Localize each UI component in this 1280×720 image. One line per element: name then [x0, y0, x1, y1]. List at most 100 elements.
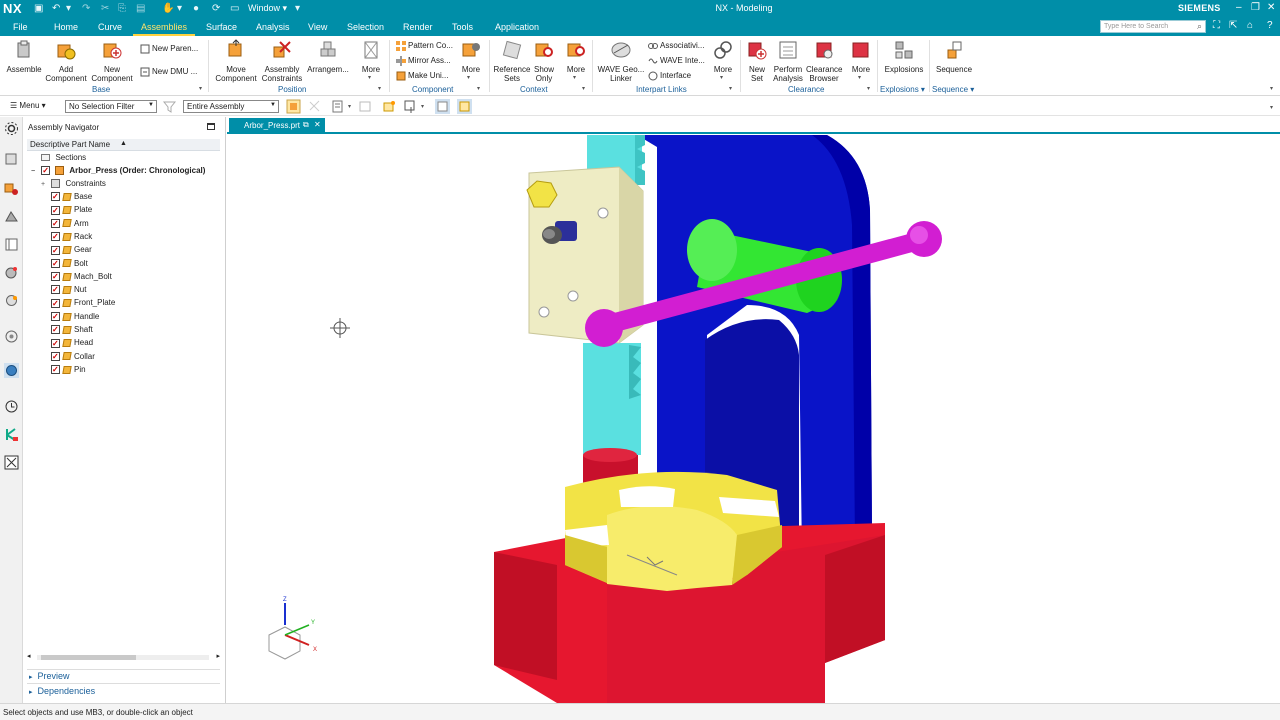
scroll-right-icon[interactable]: ▸: [216, 652, 220, 660]
snap-point-icon[interactable]: [382, 99, 397, 114]
arbor-press-model[interactable]: Z Y X: [227, 135, 1280, 703]
make-unique-button[interactable]: Make Uni...: [396, 71, 448, 81]
visibility-checkbox[interactable]: [51, 363, 60, 376]
associativity-button[interactable]: Associativi...: [648, 41, 704, 51]
sort-ascending-icon[interactable]: ▲: [120, 140, 127, 147]
tree-row-part[interactable]: Collar: [51, 350, 95, 363]
wave-interface-button[interactable]: WAVE Inte...: [648, 56, 705, 66]
tree-row-part[interactable]: Nut: [51, 283, 86, 296]
more-component-dropdown-icon[interactable]: ▾: [467, 74, 470, 81]
minimize-button[interactable]: –: [1236, 2, 1242, 13]
preview-section[interactable]: ▸ Preview: [29, 671, 70, 681]
more-context-dropdown-icon[interactable]: ▾: [573, 74, 576, 81]
close-button[interactable]: ✕: [1267, 2, 1275, 13]
help-icon[interactable]: ⌂: [1247, 20, 1253, 31]
tree-row-part[interactable]: Mach_Bolt: [51, 270, 112, 283]
body-select-icon[interactable]: [307, 99, 322, 114]
tree-row-part[interactable]: Arm: [51, 217, 89, 230]
type-filter-dropdown-icon[interactable]: ▾: [348, 103, 351, 110]
tree-row-sections[interactable]: Sections: [31, 151, 86, 164]
help-question-icon[interactable]: ?: [1267, 20, 1273, 31]
visibility-checkbox[interactable]: [51, 297, 60, 310]
document-tab[interactable]: Arbor_Press.prt ⧉ ✕: [229, 118, 325, 134]
close-tab-icon[interactable]: ✕: [314, 120, 321, 129]
visibility-checkbox[interactable]: [51, 270, 60, 283]
settings-gear-icon[interactable]: [4, 121, 19, 136]
ribbon-options-dropdown-icon[interactable]: ▾: [1270, 85, 1273, 92]
tree-row-part[interactable]: Base: [51, 190, 92, 203]
snap-dropdown-icon[interactable]: ▾: [421, 103, 424, 110]
horizontal-scrollbar[interactable]: ◂ ▸: [27, 652, 220, 662]
tree-row-constraints[interactable]: + Constraints: [41, 177, 106, 190]
visibility-checkbox[interactable]: [41, 164, 51, 177]
tree-row-part[interactable]: Handle: [51, 310, 99, 323]
hd3d-tools-icon[interactable]: [4, 265, 19, 280]
deselect-icon[interactable]: [358, 99, 373, 114]
tab-assemblies[interactable]: Assemblies: [132, 22, 196, 37]
collapse-icon[interactable]: −: [31, 165, 39, 178]
tree-row-part[interactable]: Shaft: [51, 323, 93, 336]
filter-funnel-icon[interactable]: [162, 99, 177, 114]
history-icon[interactable]: [4, 329, 19, 344]
tab-analysis[interactable]: Analysis: [256, 22, 290, 32]
component-dropdown-icon[interactable]: ▾: [477, 85, 480, 92]
new-parent-button[interactable]: New Paren...: [140, 44, 198, 54]
system-scenes-icon[interactable]: [4, 455, 19, 470]
clearance-browser-button[interactable]: Clearance Browser: [806, 39, 842, 83]
selection-scope-select[interactable]: Entire Assembly ▼: [183, 100, 279, 113]
context-dropdown-icon[interactable]: ▾: [582, 85, 585, 92]
wave-geometry-linker-button[interactable]: WAVE Geo... Linker: [597, 39, 645, 83]
visibility-checkbox[interactable]: [51, 323, 60, 336]
constraint-navigator-icon[interactable]: [4, 209, 19, 224]
tree-row-part[interactable]: Pin: [51, 363, 86, 376]
new-dmu-button[interactable]: New DMU ...: [140, 67, 197, 77]
type-filter-icon[interactable]: [331, 99, 346, 114]
visibility-checkbox[interactable]: [51, 204, 60, 217]
tab-render[interactable]: Render: [403, 22, 433, 32]
move-component-button[interactable]: Move Component: [214, 39, 258, 83]
more-interpart-button[interactable]: More: [708, 39, 738, 74]
tree-row-part[interactable]: Head: [51, 336, 93, 350]
clearance-dropdown-icon[interactable]: ▾: [867, 85, 870, 92]
expand-ribbon-icon[interactable]: ⇱: [1229, 20, 1237, 31]
process-studio-icon[interactable]: [4, 399, 19, 414]
more-clearance-dropdown-icon[interactable]: ▾: [858, 74, 861, 81]
search-icon[interactable]: ⌕: [1197, 21, 1202, 32]
visibility-checkbox[interactable]: [51, 230, 60, 243]
interface-button[interactable]: Interface: [648, 71, 691, 81]
fullscreen-icon[interactable]: ⛶: [1213, 20, 1220, 31]
more-position-dropdown-icon[interactable]: ▾: [368, 74, 371, 81]
tree-row-part[interactable]: Plate: [51, 203, 92, 217]
visibility-checkbox[interactable]: [51, 190, 60, 203]
explosions-button[interactable]: Explosions: [882, 39, 926, 74]
tab-file[interactable]: File: [13, 22, 28, 32]
more-component-button[interactable]: More: [456, 39, 486, 74]
system-materials-icon[interactable]: [4, 363, 19, 378]
sequence-button[interactable]: Sequence: [932, 39, 976, 74]
web-browser-icon[interactable]: [4, 293, 19, 308]
float-tab-icon[interactable]: ⧉: [303, 120, 309, 130]
reference-sets-button[interactable]: Reference Sets: [492, 39, 532, 83]
tree-row-part[interactable]: Gear: [51, 243, 92, 257]
mirror-assembly-button[interactable]: Mirror Ass...: [396, 56, 451, 66]
visibility-checkbox[interactable]: [51, 283, 60, 296]
menu-button[interactable]: ☰ Menu ▾: [10, 101, 46, 110]
position-dropdown-icon[interactable]: ▾: [378, 85, 381, 92]
new-set-button[interactable]: New Set: [744, 39, 770, 83]
explosions-group-label[interactable]: Explosions ▾: [880, 85, 925, 94]
point-on-curve-icon[interactable]: [403, 99, 418, 114]
column-header[interactable]: Descriptive Part Name ▲: [27, 139, 220, 151]
part-navigator-icon[interactable]: [4, 151, 19, 166]
more-context-button[interactable]: More: [562, 39, 590, 74]
assemble-button[interactable]: Assemble: [6, 39, 42, 74]
component-select-icon[interactable]: [286, 99, 301, 114]
assembly-constraints-button[interactable]: Assembly Constraints: [260, 39, 304, 83]
add-component-button[interactable]: Add Component: [44, 39, 88, 83]
tab-surface[interactable]: Surface: [206, 22, 237, 32]
scroll-left-icon[interactable]: ◂: [27, 652, 31, 660]
tab-tools[interactable]: Tools: [452, 22, 473, 32]
more-clearance-button[interactable]: More: [846, 39, 876, 74]
selbar-options-dropdown-icon[interactable]: ▾: [1270, 104, 1273, 111]
scroll-thumb[interactable]: [41, 655, 136, 660]
work-part-icon[interactable]: [457, 99, 472, 114]
